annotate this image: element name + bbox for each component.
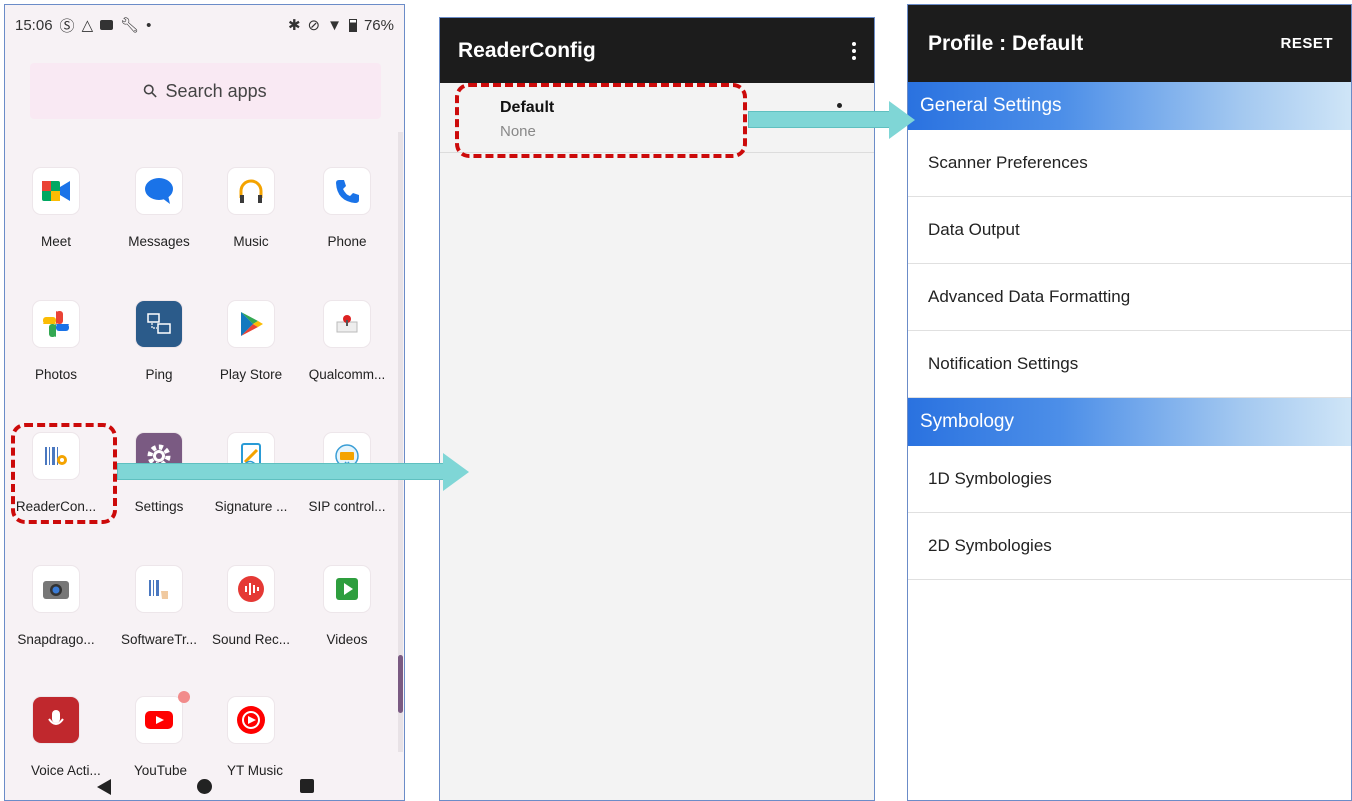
page-title: Profile : Default (928, 31, 1084, 55)
home-icon[interactable] (197, 779, 212, 794)
menu-2d-symbologies[interactable]: 2D Symbologies (908, 513, 1351, 580)
readerconfig-screen: ReaderConfig Default None (439, 17, 875, 801)
scrollbar-thumb[interactable] (398, 655, 403, 713)
arrow-head (443, 453, 469, 491)
app-label: Settings (134, 499, 184, 514)
search-placeholder: Search apps (165, 80, 267, 101)
tutorial-stage: 15:06 Ⓢ △ 🔧︎ • ✱ ⊘ ▼ 76% ⚲ Search apps M… (0, 0, 1352, 801)
battery-level: 76% (363, 16, 394, 34)
software-trigger-icon (136, 566, 182, 612)
app-label: Qualcomm... (308, 367, 386, 382)
camera-icon (33, 566, 79, 612)
app-videos[interactable]: Videos (301, 566, 393, 647)
clock: 15:06 (15, 16, 53, 34)
wifi-icon: ▼ (327, 16, 342, 34)
app-photos[interactable]: Photos (10, 301, 102, 382)
app-label: Music (233, 234, 269, 249)
navigation-bar (5, 757, 404, 800)
app-youtube[interactable] (113, 691, 205, 743)
drive-icon: △ (81, 17, 94, 34)
app-bar: ReaderConfig (440, 18, 874, 83)
youtube-icon (100, 20, 114, 30)
app-label: Videos (326, 632, 368, 647)
section-general-settings: General Settings (908, 82, 1351, 130)
arrow-to-readerconfig (117, 463, 444, 480)
app-ping[interactable]: Ping (113, 301, 205, 382)
app-drawer-screen: 15:06 Ⓢ △ 🔧︎ • ✱ ⊘ ▼ 76% ⚲ Search apps M… (4, 4, 405, 801)
app-label: Ping (145, 367, 173, 382)
app-readerconfig[interactable]: ReaderCon... (10, 433, 102, 514)
app-phone[interactable]: Phone (301, 168, 393, 249)
messages-icon (136, 168, 182, 214)
app-label: SIP control... (308, 499, 386, 514)
photos-icon (33, 301, 79, 347)
mute-icon: ⊘ (307, 17, 321, 34)
app-yt-music[interactable] (205, 697, 297, 743)
headphones-icon (228, 168, 274, 214)
battery-icon (348, 18, 357, 32)
arrow-to-profile (748, 111, 890, 128)
search-icon: ⚲ (138, 78, 163, 103)
arrow-head (889, 101, 915, 139)
app-label: Phone (327, 234, 367, 249)
search-apps-field[interactable]: ⚲ Search apps (30, 63, 381, 119)
app-meet[interactable]: Meet (10, 168, 102, 249)
play-store-icon (228, 301, 274, 347)
voice-action-icon (33, 697, 79, 743)
sound-recorder-icon (228, 566, 274, 612)
phone-icon (324, 168, 370, 214)
app-qualcomm[interactable]: Qualcomm... (301, 301, 393, 382)
bluetooth-icon: ✱ (287, 17, 301, 34)
app-software-trigger[interactable]: SoftwareTr... (113, 566, 205, 647)
profile-settings-screen: Profile : Default RESET General Settings… (907, 4, 1352, 801)
app-label: Messages (128, 234, 190, 249)
app-sound-recorder[interactable]: Sound Rec... (205, 566, 297, 647)
ping-icon (136, 301, 182, 347)
app-play-store[interactable]: Play Store (205, 301, 297, 382)
app-label: Signature ... (214, 499, 288, 514)
calendar-icon: Ⓢ (59, 17, 75, 35)
app-label: Photos (34, 367, 78, 382)
qualcomm-icon (324, 301, 370, 347)
app-label: SoftwareTr... (120, 632, 198, 647)
app-voice-action[interactable] (10, 697, 102, 743)
menu-scanner-preferences[interactable]: Scanner Preferences (908, 130, 1351, 197)
app-label: Snapdrago... (17, 632, 95, 647)
reset-button[interactable]: RESET (1280, 35, 1333, 52)
notification-dot (178, 691, 190, 703)
reader-config-icon (33, 433, 79, 479)
app-bar: Profile : Default RESET (908, 5, 1351, 82)
app-snapdragon-camera[interactable]: Snapdrago... (10, 566, 102, 647)
dot-icon: • (146, 16, 152, 34)
recents-icon[interactable] (300, 779, 314, 793)
wrench-icon: 🔧︎ (120, 17, 140, 34)
menu-1d-symbologies[interactable]: 1D Symbologies (908, 446, 1351, 513)
overflow-menu-icon[interactable] (852, 41, 856, 60)
back-icon[interactable] (97, 779, 111, 795)
youtube-icon (136, 691, 190, 743)
menu-advanced-data-formatting[interactable]: Advanced Data Formatting (908, 264, 1351, 331)
status-bar: 15:06 Ⓢ △ 🔧︎ • ✱ ⊘ ▼ 76% (5, 5, 404, 45)
yt-music-icon (228, 697, 274, 743)
menu-notification-settings[interactable]: Notification Settings (908, 331, 1351, 398)
app-label: ReaderCon... (15, 499, 97, 514)
app-label: Meet (40, 234, 71, 249)
app-messages[interactable]: Messages (113, 168, 205, 249)
section-symbology: Symbology (908, 398, 1351, 446)
app-label: Sound Rec... (211, 632, 291, 647)
videos-icon (324, 566, 370, 612)
menu-data-output[interactable]: Data Output (908, 197, 1351, 264)
meet-icon (33, 168, 79, 214)
page-title: ReaderConfig (458, 38, 596, 62)
app-music[interactable]: Music (205, 168, 297, 249)
app-label: Play Store (219, 367, 283, 382)
